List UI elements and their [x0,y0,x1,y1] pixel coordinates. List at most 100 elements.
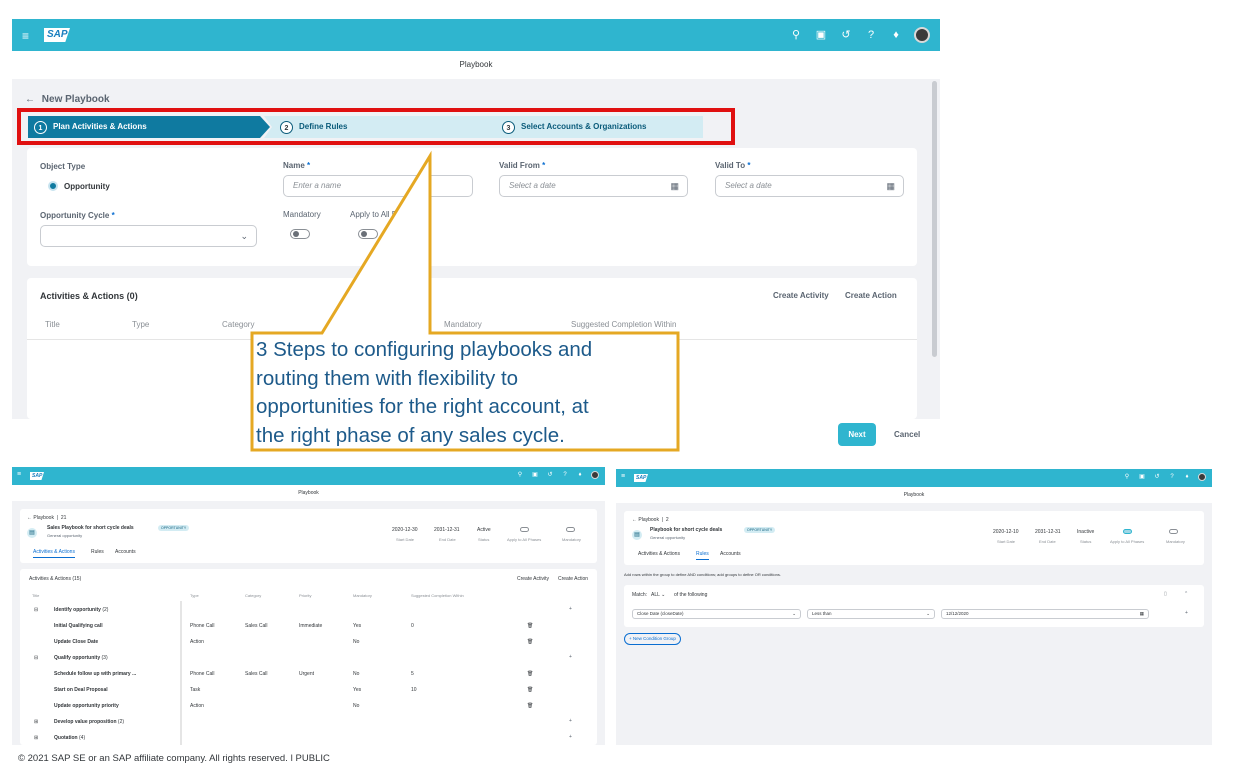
table-row[interactable]: ⊟ Qualify opportunity (3) + [20,653,597,665]
breadcrumb[interactable]: ← Playbook | 2 [632,517,669,523]
search-icon[interactable]: ⚲ [1123,473,1131,481]
next-button[interactable]: Next [838,423,876,446]
tab-rules[interactable]: Rules [91,549,104,555]
shell-actions: ⚲ ▣ ↺ ? ♦ [1123,473,1206,481]
chevron-up-icon[interactable]: ⌃ [1184,591,1188,597]
table-row[interactable]: Start on Deal Proposal Task Yes 10 🗑 [20,685,597,697]
table-row[interactable]: Update Close Date Action No 🗑 [20,637,597,649]
hamburger-menu-icon[interactable]: ≡ [22,29,29,43]
add-icon[interactable]: + [569,734,572,740]
trash-icon[interactable]: 🗑 [527,687,533,693]
add-icon[interactable]: + [569,718,572,724]
apply-all-phases-toggle[interactable] [358,229,378,239]
new-condition-group-button[interactable]: + New Condition Group [624,633,681,645]
mandatory-toggle[interactable] [290,229,310,239]
table-row[interactable]: ⊞ Quotation (4) + [20,733,597,745]
sap-logo[interactable]: SAP [44,28,70,42]
tab-rules[interactable]: Rules [696,551,709,560]
trash-icon[interactable]: ▯ [1164,591,1167,597]
create-activity-button[interactable]: Create Activity [773,291,829,300]
tab-activities[interactable]: Activities & Actions [33,549,75,558]
table-row[interactable]: Schedule follow up with primary ... Phon… [20,669,597,681]
column-header-mandatory[interactable]: Mandatory [353,593,372,598]
column-header-category[interactable]: Category [245,593,261,598]
history-icon[interactable]: ↺ [1153,473,1161,481]
avatar[interactable] [914,27,930,43]
collapse-icon[interactable]: ⊟ [34,607,38,613]
calendar-icon[interactable]: ▦ [670,176,679,196]
row-type: Task [190,687,201,693]
column-header-mandatory[interactable]: Mandatory [444,320,482,329]
apply-all-phases-toggle[interactable] [520,527,529,532]
hamburger-menu-icon[interactable]: ≡ [621,473,625,480]
create-action-button[interactable]: Create Action [845,291,897,300]
help-icon[interactable]: ? [864,28,878,42]
column-header-category[interactable]: Category [222,320,254,329]
valid-to-input[interactable]: Select a date ▦ [715,175,904,197]
expand-icon[interactable]: ⊞ [34,735,38,741]
bell-icon[interactable]: ♦ [576,471,584,479]
help-icon[interactable]: ? [1168,473,1176,481]
match-select[interactable]: ALL ⌄ [651,592,665,598]
mandatory-toggle[interactable] [1169,529,1178,534]
apply-all-phases-toggle[interactable] [1123,529,1132,534]
column-header-priority[interactable]: Priority [299,593,311,598]
feedback-icon[interactable]: ▣ [1138,473,1146,481]
feedback-icon[interactable]: ▣ [814,28,828,42]
column-header-title[interactable]: Title [32,593,39,598]
bell-icon[interactable]: ♦ [889,28,903,42]
create-action-button[interactable]: Create Action [558,576,588,582]
cancel-button[interactable]: Cancel [894,430,920,439]
table-row[interactable]: ⊟ Identify opportunity (2) + [20,605,597,617]
trash-icon[interactable]: 🗑 [527,671,533,677]
add-icon[interactable]: + [569,654,572,660]
tab-accounts[interactable]: Accounts [115,549,136,555]
avatar[interactable] [1198,473,1206,481]
breadcrumb[interactable]: ← Playbook | 21 [27,515,66,521]
help-icon[interactable]: ? [561,471,569,479]
opportunity-cycle-select[interactable]: ⌄ [40,225,257,247]
feedback-icon[interactable]: ▣ [531,471,539,479]
column-header-type[interactable]: Type [132,320,149,329]
opportunity-radio[interactable] [48,181,58,191]
calendar-icon[interactable]: ▦ [1140,610,1144,618]
back-link[interactable]: ← New Playbook [25,94,110,105]
table-row[interactable]: ⊞ Develop value proposition (2) + [20,717,597,729]
avatar[interactable] [591,471,599,479]
table-row[interactable]: Initial Qualifying call Phone Call Sales… [20,621,597,633]
trash-icon[interactable]: 🗑 [527,639,533,645]
name-label: Name * [283,161,311,170]
create-activity-button[interactable]: Create Activity [517,576,549,582]
scrollbar[interactable] [932,81,937,357]
collapse-icon[interactable]: ⊟ [34,655,38,661]
end-date-label: End Date [1039,539,1056,544]
column-header-title[interactable]: Title [45,320,60,329]
column-header-suggested[interactable]: Suggested Completion Within [411,593,464,598]
sap-logo[interactable]: SAP [634,474,648,482]
condition-field-select[interactable]: Close Date (closeDate) ⌄ [632,609,801,619]
sap-logo[interactable]: SAP [30,472,44,480]
column-header-type[interactable]: Type [190,593,199,598]
expand-icon[interactable]: ⊞ [34,719,38,725]
tab-accounts[interactable]: Accounts [720,551,741,557]
valid-from-input[interactable]: Select a date ▦ [499,175,688,197]
bell-icon[interactable]: ♦ [1183,473,1191,481]
hamburger-menu-icon[interactable]: ≡ [17,471,21,478]
name-input[interactable]: Enter a name [283,175,473,197]
row-mandatory: No [353,703,360,709]
column-header-suggested-completion[interactable]: Suggested Completion Within [571,320,676,329]
history-icon[interactable]: ↺ [546,471,554,479]
trash-icon[interactable]: 🗑 [527,703,533,709]
search-icon[interactable]: ⚲ [516,471,524,479]
mandatory-toggle[interactable] [566,527,575,532]
condition-value-input[interactable]: 12/12/2020 ▦ [941,609,1149,619]
history-icon[interactable]: ↺ [839,28,853,42]
trash-icon[interactable]: 🗑 [527,623,533,629]
condition-operator-select[interactable]: Less than ⌄ [807,609,935,619]
search-icon[interactable]: ⚲ [789,28,803,42]
add-icon[interactable]: + [569,606,572,612]
calendar-icon[interactable]: ▦ [886,176,895,196]
table-row[interactable]: Update opportunity priority Action No 🗑 [20,701,597,713]
tab-activities[interactable]: Activities & Actions [638,551,680,557]
add-condition-icon[interactable]: + [1185,610,1188,616]
